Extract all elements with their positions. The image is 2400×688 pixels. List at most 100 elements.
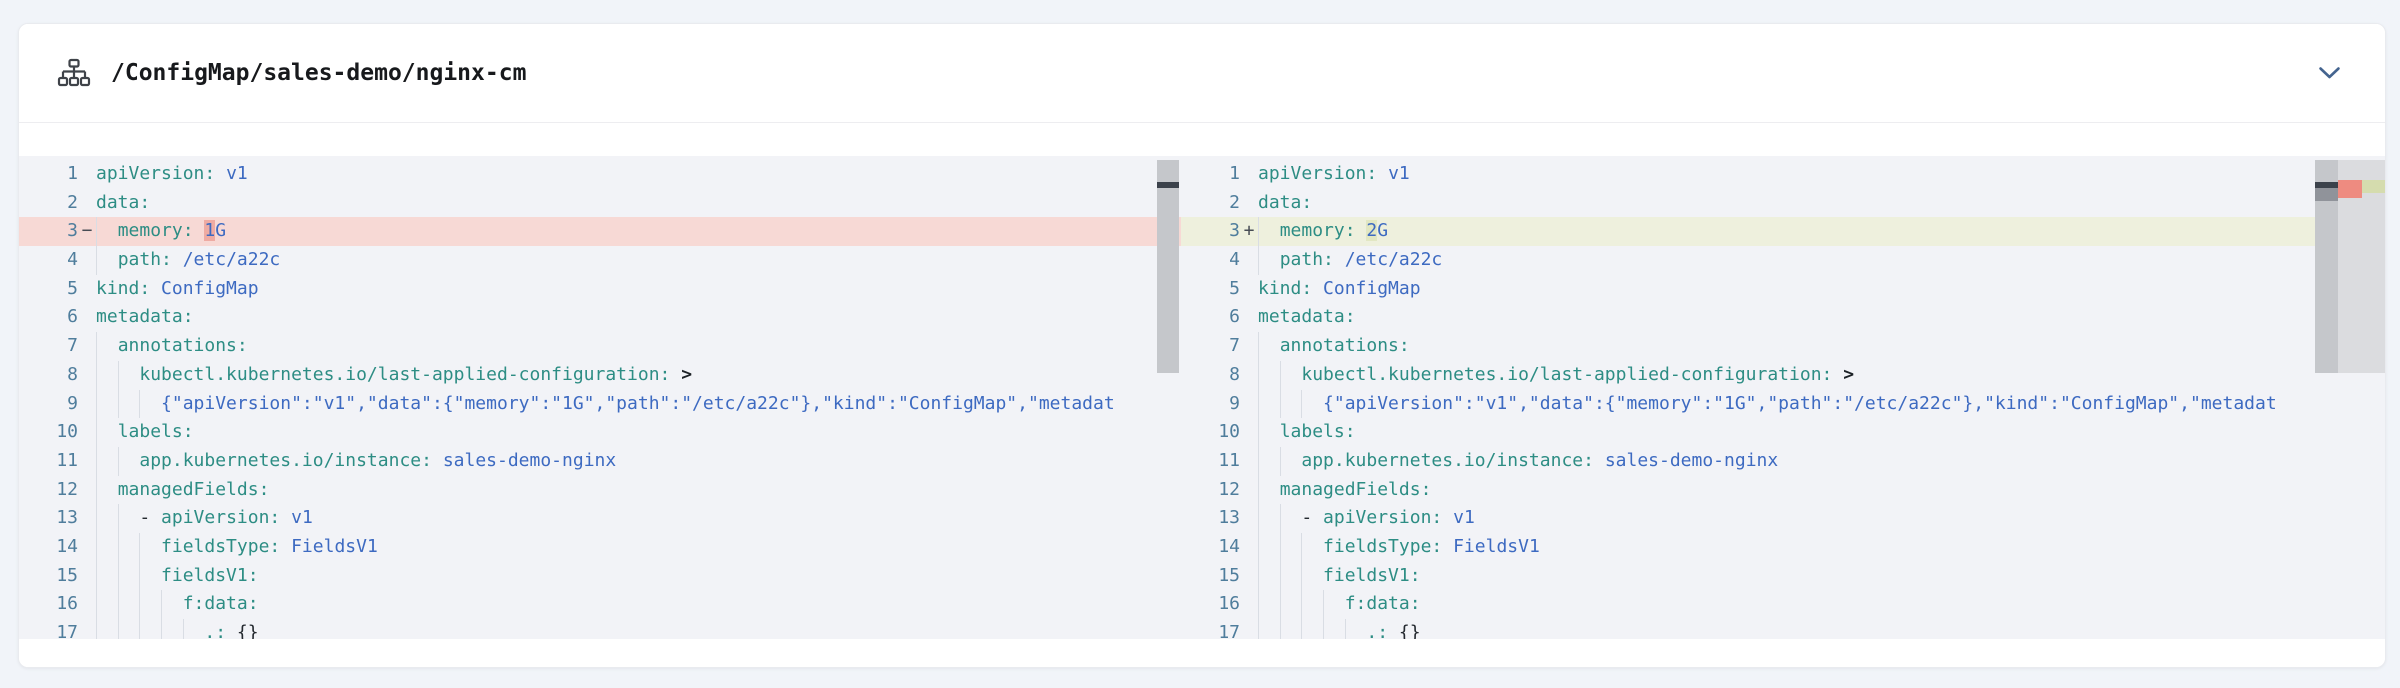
scrollbar-thumb-right[interactable] <box>2315 160 2338 373</box>
code-line: 4 path: /etc/a22c <box>19 246 1181 275</box>
code-token: apiVersion: <box>96 163 215 184</box>
code-token <box>432 450 443 471</box>
code-token <box>96 450 139 471</box>
code-line: 5kind: ConfigMap <box>19 275 1181 304</box>
code-token: v1 <box>1453 507 1475 528</box>
code-tokens: path: /etc/a22c <box>96 249 280 270</box>
code-text: fieldsV1: <box>1258 562 2385 591</box>
code-text: kubectl.kubernetes.io/last-applied-confi… <box>1258 361 2385 390</box>
code-tokens: memory: 2G <box>1258 220 1388 241</box>
code-token: {} <box>237 622 259 639</box>
diff-marker <box>78 590 96 619</box>
code-token: metadata: <box>96 306 194 327</box>
code-token <box>1377 163 1388 184</box>
line-number: 6 <box>1181 303 1240 332</box>
line-gutter: 13 <box>1181 504 1258 533</box>
diff-marker <box>78 504 96 533</box>
line-number: 2 <box>1181 189 1240 218</box>
code-token <box>280 507 291 528</box>
code-token <box>226 622 237 639</box>
diff-marker <box>1240 447 1258 476</box>
code-text: - apiVersion: v1 <box>96 504 1181 533</box>
line-number: 7 <box>19 332 78 361</box>
diff-marker <box>1240 476 1258 505</box>
code-token <box>172 249 183 270</box>
code-token <box>1832 364 1843 385</box>
line-number: 8 <box>1181 361 1240 390</box>
line-gutter: 4 <box>19 246 96 275</box>
code-line: 17 .: {} <box>1181 619 2385 639</box>
code-text: annotations: <box>1258 332 2385 361</box>
diff-marker <box>78 418 96 447</box>
code-tokens: apiVersion: v1 <box>1258 163 1410 184</box>
code-token: v1 <box>226 163 248 184</box>
code-text: labels: <box>96 418 1181 447</box>
line-gutter: 7 <box>1181 332 1258 361</box>
code-line: 13 - apiVersion: v1 <box>19 504 1181 533</box>
code-token: memory: <box>118 220 194 241</box>
line-number: 16 <box>19 590 78 619</box>
code-tokens: f:data: <box>1258 593 1421 614</box>
line-number: 1 <box>1181 160 1240 189</box>
diff-pane-modified[interactable]: 1apiVersion: v12data:3+ memory: 2G4 path… <box>1181 156 2385 639</box>
code-tokens: annotations: <box>1258 335 1410 356</box>
diff-pane-original[interactable]: 1apiVersion: v12data:3− memory: 1G4 path… <box>19 156 1181 639</box>
code-line: 17 .: {} <box>19 619 1181 639</box>
scrollbar-thumb-left[interactable] <box>1157 160 1179 373</box>
code-token <box>1258 479 1280 500</box>
ruler-deleted-mark <box>2338 180 2362 198</box>
diff-marker <box>1240 418 1258 447</box>
code-token: data: <box>96 192 150 213</box>
code-tokens: annotations: <box>96 335 248 356</box>
code-text: fieldsType: FieldsV1 <box>1258 533 2385 562</box>
code-token <box>1258 249 1280 270</box>
scrollbar-diff-mark <box>1157 182 1179 188</box>
code-token: fieldsV1: <box>161 565 259 586</box>
code-tokens: apiVersion: v1 <box>96 163 248 184</box>
line-gutter: 12 <box>1181 476 1258 505</box>
diff-marker <box>1240 590 1258 619</box>
code-token: labels: <box>1280 421 1356 442</box>
code-token: path: <box>1280 249 1334 270</box>
code-token: apiVersion: <box>1258 163 1377 184</box>
code-token <box>96 335 118 356</box>
chevron-down-icon[interactable] <box>2318 66 2341 80</box>
diff-header[interactable]: /ConfigMap/sales-demo/nginx-cm <box>19 24 2385 123</box>
line-gutter: 5 <box>1181 275 1258 304</box>
line-number: 11 <box>1181 447 1240 476</box>
code-token: - <box>139 507 161 528</box>
code-text: apiVersion: v1 <box>96 160 1181 189</box>
code-token <box>1594 450 1605 471</box>
line-number: 6 <box>19 303 78 332</box>
code-text: path: /etc/a22c <box>1258 246 2385 275</box>
line-gutter: 6 <box>1181 303 1258 332</box>
code-token: fieldsType: <box>1323 536 1442 557</box>
line-number: 14 <box>1181 533 1240 562</box>
code-token: kubectl.kubernetes.io/last-applied-confi… <box>1301 364 1832 385</box>
code-line: 2data: <box>19 189 1181 218</box>
card-footer <box>19 639 2385 667</box>
code-text: fieldsType: FieldsV1 <box>96 533 1181 562</box>
code-text: data: <box>96 189 1181 218</box>
line-number: 4 <box>19 246 78 275</box>
code-token: {"apiVersion":"v1","data":{"memory":"1G"… <box>161 393 1115 414</box>
line-number: 17 <box>19 619 78 639</box>
code-line: 14 fieldsType: FieldsV1 <box>19 533 1181 562</box>
code-token: memory: <box>1280 220 1356 241</box>
code-tokens: path: /etc/a22c <box>1258 249 1442 270</box>
code-token <box>1334 249 1345 270</box>
code-tokens: memory: 1G <box>96 220 226 241</box>
code-token: > <box>681 364 692 385</box>
line-number: 8 <box>19 361 78 390</box>
code-tokens: {"apiVersion":"v1","data":{"memory":"1G"… <box>96 393 1115 414</box>
resource-diff-card: /ConfigMap/sales-demo/nginx-cm 1 apiVersi… <box>18 23 2386 668</box>
code-tokens: labels: <box>96 421 194 442</box>
code-line: 11 app.kubernetes.io/instance: sales-dem… <box>19 447 1181 476</box>
line-gutter: 13 <box>19 504 96 533</box>
code-line: 5kind: ConfigMap <box>1181 275 2385 304</box>
hierarchy-icon <box>57 58 91 89</box>
code-token: f:data: <box>1345 593 1421 614</box>
code-token: metadata: <box>1258 306 1356 327</box>
code-text: kind: ConfigMap <box>96 275 1181 304</box>
code-line: 15 fieldsV1: <box>19 562 1181 591</box>
